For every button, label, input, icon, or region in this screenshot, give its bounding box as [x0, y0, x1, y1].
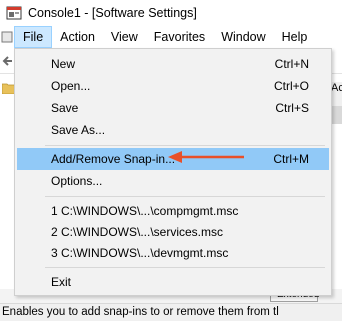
menu-window[interactable]: Window: [213, 26, 273, 48]
menu-item-exit[interactable]: Exit: [17, 271, 329, 293]
red-arrow-annotation: [166, 149, 246, 165]
window-title: Console1 - [Software Settings]: [28, 6, 197, 20]
menu-action[interactable]: Action: [52, 26, 103, 48]
menu-item-label: 3 C:\WINDOWS\...\devmgmt.msc: [51, 246, 229, 260]
menu-separator: [45, 196, 325, 197]
menu-separator: [45, 267, 325, 268]
menu-item-shortcut: Ctrl+S: [275, 101, 309, 115]
mmc-console-icon: [6, 5, 22, 21]
menu-item-save-as[interactable]: Save As...: [17, 119, 329, 141]
menu-item-label: Options...: [51, 174, 103, 188]
menu-item-recent-2[interactable]: 2 C:\WINDOWS\...\services.msc: [17, 221, 329, 243]
file-menu-dropdown: New Ctrl+N Open... Ctrl+O Save Ctrl+S Sa…: [14, 48, 332, 296]
menu-item-new[interactable]: New Ctrl+N: [17, 53, 329, 75]
menu-item-shortcut: Ctrl+O: [273, 79, 309, 93]
menu-item-recent-1[interactable]: 1 C:\WINDOWS\...\compmgmt.msc: [17, 200, 329, 222]
status-bar: Enables you to add snap-ins to or remove…: [0, 303, 342, 321]
menu-item-save[interactable]: Save Ctrl+S: [17, 97, 329, 119]
title-bar: Console1 - [Software Settings]: [0, 0, 342, 26]
menu-item-label: Open...: [51, 79, 91, 93]
back-arrow-icon[interactable]: [2, 55, 14, 67]
menu-item-shortcut: Ctrl+M: [273, 152, 309, 166]
menu-favorites[interactable]: Favorites: [146, 26, 213, 48]
actions-pane-label: Actio: [331, 82, 342, 94]
menu-item-label: Save: [51, 101, 79, 115]
menu-bar: File Action View Favorites Window Help: [0, 26, 342, 48]
menu-separator: [45, 145, 325, 146]
menu-item-label: Exit: [51, 275, 72, 289]
menu-item-label: Save As...: [51, 123, 106, 137]
system-menu-icon[interactable]: [0, 26, 14, 48]
menu-item-label: New: [51, 57, 76, 71]
menu-file[interactable]: File: [14, 26, 53, 48]
menu-item-label: 2 C:\WINDOWS\...\services.msc: [51, 225, 224, 239]
menu-help[interactable]: Help: [274, 26, 316, 48]
menu-item-shortcut: Ctrl+N: [274, 57, 309, 71]
menu-item-open[interactable]: Open... Ctrl+O: [17, 75, 329, 97]
menu-item-label: Add/Remove Snap-in...: [51, 152, 176, 166]
menu-item-recent-3[interactable]: 3 C:\WINDOWS\...\devmgmt.msc: [17, 242, 329, 264]
menu-item-label: 1 C:\WINDOWS\...\compmgmt.msc: [51, 204, 239, 218]
menu-view[interactable]: View: [103, 26, 146, 48]
menu-item-options[interactable]: Options...: [17, 170, 329, 192]
